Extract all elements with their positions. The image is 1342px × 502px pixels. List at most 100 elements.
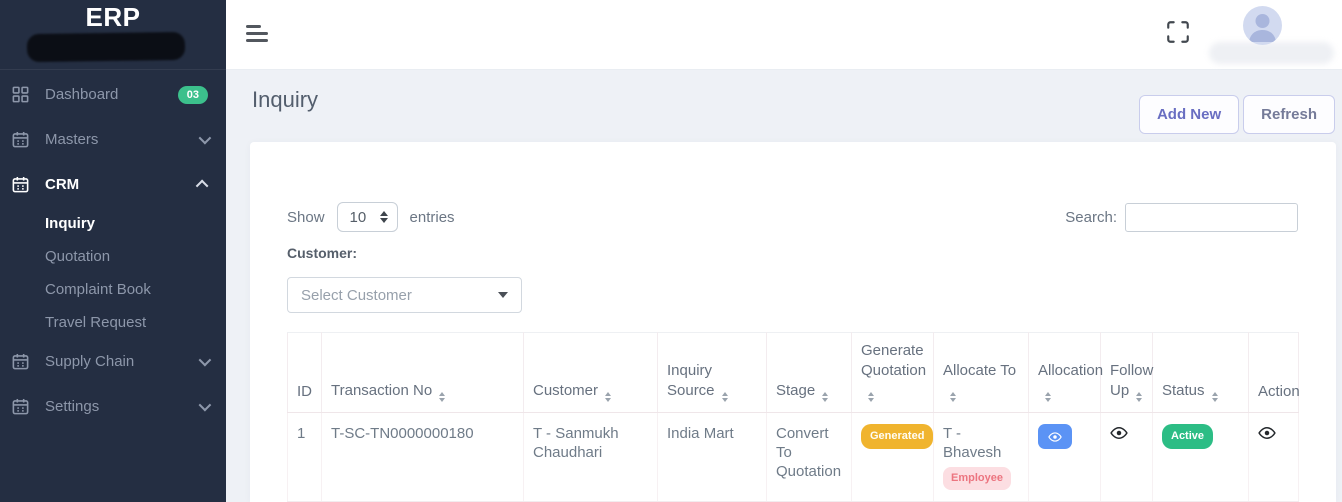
chevron-down-icon xyxy=(198,398,212,412)
customer-filter: Customer: Select Customer xyxy=(287,245,1298,313)
refresh-button[interactable]: Refresh xyxy=(1243,95,1335,134)
calendar-icon xyxy=(10,397,30,417)
column-header-generate-quotation[interactable]: Generate Quotation xyxy=(851,332,934,413)
cell-generate-quotation: Generated xyxy=(851,412,934,502)
column-header-status[interactable]: Status xyxy=(1152,332,1249,413)
select-arrows-icon xyxy=(379,211,388,223)
column-header-action: Action xyxy=(1248,332,1300,413)
sidebar-item-label: Masters xyxy=(45,131,99,148)
topbar xyxy=(226,0,1342,70)
app-logo: ERP xyxy=(85,2,141,32)
sidebar: ERP Dashboard 03 Masters CRM Inquiry Quotatio… xyxy=(0,0,226,502)
column-header-label: Follow Up xyxy=(1110,362,1154,399)
table-controls: Show 10 entries Search: xyxy=(287,202,1298,232)
menu-toggle-icon[interactable] xyxy=(246,21,272,45)
entries-label: entries xyxy=(409,208,455,226)
column-header-inquiry-source[interactable]: Inquiry Source xyxy=(657,332,767,413)
show-label: Show xyxy=(287,208,325,226)
sidebar-subitem-label: Travel Request xyxy=(45,314,147,331)
customer-select-value: Select Customer xyxy=(301,286,412,304)
inquiry-card: Show 10 entries Search: Customer: Select… xyxy=(250,142,1336,502)
column-header-stage[interactable]: Stage xyxy=(766,332,852,413)
allocation-view-button[interactable] xyxy=(1038,424,1072,449)
sidebar-item-supply-chain[interactable]: Supply Chain xyxy=(0,339,226,384)
inquiry-table: ID Transaction No Customer Inquiry Source St… xyxy=(287,332,1300,502)
search-label: Search: xyxy=(1065,208,1117,226)
sidebar-subitem-label: Complaint Book xyxy=(45,281,151,298)
eye-icon xyxy=(1048,431,1062,442)
column-header-transaction-no[interactable]: Transaction No xyxy=(321,332,524,413)
sidebar-item-label: CRM xyxy=(45,176,80,193)
cell-id: 1 xyxy=(287,412,322,502)
action-view-button[interactable] xyxy=(1258,424,1276,442)
sidebar-nav: Dashboard 03 Masters CRM Inquiry Quotation Com… xyxy=(0,70,226,429)
redacted-username-blob xyxy=(1209,42,1334,64)
column-header-label: Status xyxy=(1162,382,1205,399)
follow-up-view-button[interactable] xyxy=(1110,424,1128,442)
sidebar-item-crm[interactable]: CRM xyxy=(0,162,226,207)
sidebar-item-label: Supply Chain xyxy=(45,353,135,370)
column-header-label: Allocation xyxy=(1038,362,1104,379)
customer-select[interactable]: Select Customer xyxy=(287,277,522,313)
add-new-button[interactable]: Add New xyxy=(1138,95,1240,134)
sidebar-item-dashboard[interactable]: Dashboard 03 xyxy=(0,72,226,117)
sort-arrows-icon xyxy=(868,392,874,402)
logo-area: ERP xyxy=(0,0,226,70)
sidebar-subitem-label: Inquiry xyxy=(45,215,96,232)
hamburger-line xyxy=(246,38,268,42)
sort-arrows-icon xyxy=(1136,392,1143,402)
main-content: Inquiry Add New Refresh Show 10 entries xyxy=(226,70,1342,502)
sidebar-item-masters[interactable]: Masters xyxy=(0,117,226,162)
column-header-label: Transaction No xyxy=(331,382,433,399)
hamburger-line xyxy=(246,24,261,28)
chevron-down-icon xyxy=(198,353,212,367)
show-entries-control: Show 10 entries xyxy=(287,202,455,232)
column-header-allocation[interactable]: Allocation xyxy=(1028,332,1104,413)
sort-arrows-icon xyxy=(605,392,612,402)
cell-inquiry-source: India Mart xyxy=(657,412,767,502)
table-header-row: ID Transaction No Customer Inquiry Source St… xyxy=(287,332,1300,413)
sidebar-subitem-label: Quotation xyxy=(45,248,111,265)
sort-arrows-icon xyxy=(1211,392,1218,402)
column-header-allocate-to[interactable]: Allocate To xyxy=(933,332,1029,413)
sidebar-item-complaint-book[interactable]: Complaint Book xyxy=(0,273,226,306)
customer-label: Customer: xyxy=(287,245,358,261)
fullscreen-icon[interactable] xyxy=(1162,17,1194,49)
page-size-select[interactable]: 10 xyxy=(336,202,398,232)
sidebar-item-label: Settings xyxy=(45,398,100,415)
page-actions: Add New Refresh xyxy=(1138,95,1335,134)
calendar-icon xyxy=(10,130,30,150)
column-header-label: ID xyxy=(297,383,312,400)
table-row: 1 T-SC-TN0000000180 T - Sanmukh Chaudhari I… xyxy=(287,412,1299,502)
sidebar-item-inquiry[interactable]: Inquiry xyxy=(0,207,226,240)
user-avatar[interactable] xyxy=(1243,6,1282,45)
generated-badge: Generated xyxy=(861,424,934,449)
chevron-down-icon xyxy=(198,131,212,145)
sort-arrows-icon xyxy=(439,392,446,402)
column-header-label: Generate Quotation xyxy=(861,342,927,379)
search-input[interactable] xyxy=(1125,202,1298,232)
page-size-value: 10 xyxy=(349,208,367,226)
redacted-text-blob xyxy=(26,31,186,63)
cell-customer: T - Sanmukh Chaudhari xyxy=(523,412,658,502)
cell-stage: Convert To Quotation xyxy=(766,412,852,502)
sidebar-item-settings[interactable]: Settings xyxy=(0,384,226,429)
sidebar-item-travel-request[interactable]: Travel Request xyxy=(0,306,226,339)
allocate-to-name: T - Bhavesh xyxy=(943,425,1002,461)
sidebar-count-badge: 03 xyxy=(177,85,208,104)
cell-status: Active xyxy=(1152,412,1249,502)
status-badge: Active xyxy=(1162,424,1214,449)
column-header-customer[interactable]: Customer xyxy=(523,332,658,413)
cell-action xyxy=(1248,412,1299,502)
column-header-follow-up[interactable]: Follow Up xyxy=(1100,332,1154,413)
sidebar-item-quotation[interactable]: Quotation xyxy=(0,240,226,273)
column-header-label: Customer xyxy=(533,382,599,399)
calendar-icon xyxy=(10,175,30,195)
column-header-label: Stage xyxy=(776,382,816,399)
employee-badge: Employee xyxy=(943,467,1011,490)
column-header-label: Inquiry Source xyxy=(667,362,715,399)
grid-icon xyxy=(10,85,30,105)
column-header-label: Action xyxy=(1258,383,1300,400)
search-control: Search: xyxy=(1065,202,1298,232)
cell-transaction-no: T-SC-TN0000000180 xyxy=(321,412,524,502)
